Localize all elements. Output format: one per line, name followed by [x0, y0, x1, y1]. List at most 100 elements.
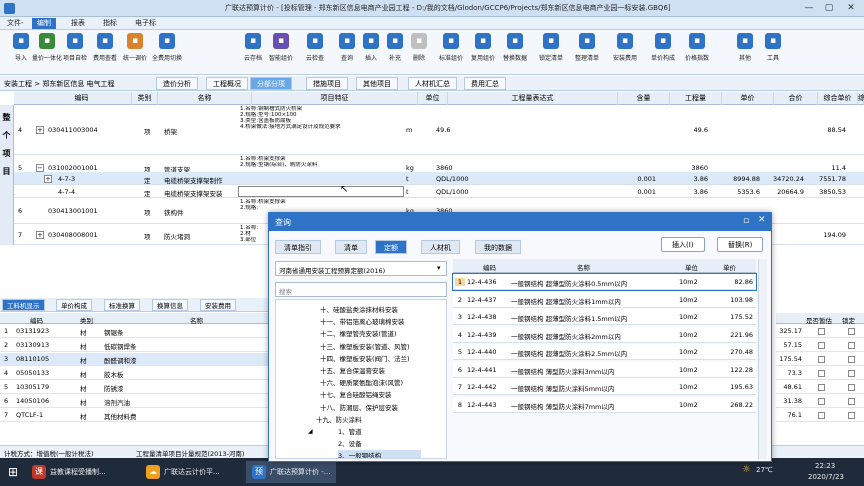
grid-col-0[interactable]: 编码 [32, 92, 132, 105]
list-item[interactable]: 31.38 [776, 395, 864, 408]
ribbon-button-22[interactable]: ▪ 工具 [756, 33, 790, 71]
menu-indicator[interactable]: 指标 [98, 18, 122, 29]
list-item[interactable]: 1 03131923 材 钢锯条 [0, 325, 270, 338]
replace-button[interactable]: 替换(R) [717, 237, 764, 252]
lower-tab-0[interactable]: 工料机显示 [2, 299, 45, 311]
lock-checkbox[interactable] [848, 328, 855, 335]
list-item[interactable]: 48.61 [776, 381, 864, 394]
tree-item[interactable]: 十一、带铝箔离心玻璃棉安装 [320, 316, 405, 326]
ribbon-button-14[interactable]: ▪ 复用组价 [466, 33, 500, 71]
table-row[interactable]: 7 12-4-442 一般钢结构 薄型防火涂料5mm以内 10m2 195.63 [453, 379, 756, 395]
menu-report[interactable]: 报表 [66, 18, 90, 29]
lower-tab-4[interactable]: 安装费用 [200, 299, 236, 311]
tree-item[interactable]: 十九、防火涂料 [316, 414, 362, 424]
estimate-checkbox[interactable] [818, 370, 825, 377]
list-item[interactable]: 175.54 [776, 353, 864, 366]
lock-checkbox[interactable] [848, 398, 855, 405]
grid-col-4[interactable]: 单位 [418, 92, 448, 105]
lower-col-1[interactable]: 类别 [80, 315, 93, 325]
tree-item[interactable]: 十、硅酸盐类涂抹材料安装 [320, 304, 398, 314]
table-row[interactable]: +4-7-3 定 电缆桥架支撑架制作 t QDL/1000 0.001 3.86 8994.8… [14, 172, 864, 185]
dialog-close-icon[interactable]: ✕ [758, 215, 766, 225]
quota-col-0[interactable]: 编码 [483, 262, 496, 272]
list-item[interactable]: 6 14050106 材 溶剂汽油 [0, 395, 270, 408]
minimize-button[interactable]: — [800, 2, 818, 15]
lock-checkbox[interactable] [848, 342, 855, 349]
ribbon-button-8[interactable]: ▪ 云检查 [298, 33, 332, 71]
expander-icon[interactable]: + [44, 174, 52, 183]
right-col-0[interactable]: 是否暂估 [806, 315, 832, 325]
windows-start-icon[interactable]: ⊞ [8, 465, 22, 479]
tree-item[interactable]: 1、管道 [338, 426, 362, 436]
estimate-checkbox[interactable] [818, 328, 825, 335]
grid-col-10[interactable]: 综合单价 [818, 92, 858, 105]
search-input[interactable]: 搜索 [275, 282, 447, 297]
dialog-tab-2[interactable]: 定额 [375, 240, 407, 254]
tree-item[interactable]: 十四、橡塑板安装(阀门、法兰) [320, 353, 410, 363]
tree-item[interactable]: 十七、复合硅酸铝绳安装 [320, 389, 392, 399]
expander-icon[interactable]: + [36, 230, 44, 239]
quota-col-2[interactable]: 单位 [685, 262, 698, 272]
ribbon-button-15[interactable]: ▪ 替换数据 [498, 33, 532, 71]
table-row[interactable]: 3 12-4-438 一般钢结构 超薄型防火涂料1.5mm以内 10m2 175.52 [453, 309, 756, 325]
insert-button[interactable]: 插入(I) [661, 237, 705, 252]
list-item[interactable]: 73.3 [776, 367, 864, 380]
tab-1[interactable]: 工程概况 [206, 77, 248, 90]
expander-icon[interactable]: − [36, 164, 44, 172]
tree-item[interactable]: 十八、防潮层、保护层安装 [320, 402, 398, 412]
list-item[interactable]: 7 QTCLF-1 材 其他材料费 [0, 409, 270, 422]
grid-col-5[interactable]: 工程量表达式 [448, 92, 618, 105]
right-col-1[interactable]: 锁定 [842, 315, 855, 325]
lock-checkbox[interactable] [848, 412, 855, 419]
estimate-checkbox[interactable] [818, 398, 825, 405]
dialog-tab-1[interactable]: 清单 [335, 240, 367, 254]
menu-file[interactable]: 文件- [2, 18, 29, 29]
tree-expand-icon[interactable]: ◢ [308, 428, 313, 435]
grid-col-3[interactable]: 项目特征 [252, 92, 418, 105]
tree-item[interactable]: 3、一般钢结构 [338, 450, 422, 458]
grid-col-11[interactable]: 综 [858, 92, 864, 105]
table-row[interactable]: 4 +030411003004 项桥架 1.名称:钢制槽式防火桥架 2.规格:型号:10… [14, 105, 864, 155]
lock-checkbox[interactable] [848, 370, 855, 377]
dialog-maximize-icon[interactable]: ▫ [743, 216, 749, 226]
close-window-button[interactable]: ✕ [842, 2, 860, 15]
list-item[interactable]: 2 03130913 材 低碳钢焊条 [0, 339, 270, 352]
tree-item[interactable]: 十三、橡塑板安装(管道、风管) [320, 341, 410, 351]
grid-col-2[interactable]: 名称 [158, 92, 252, 105]
dialog-tab-0[interactable]: 清单指引 [275, 240, 321, 254]
tab-3[interactable]: 措施项目 [306, 77, 348, 90]
lock-checkbox[interactable] [848, 356, 855, 363]
lock-checkbox[interactable] [848, 384, 855, 391]
estimate-checkbox[interactable] [818, 384, 825, 391]
dialog-tab-4[interactable]: 我的数据 [475, 240, 521, 254]
ribbon-button-5[interactable]: ▪ 全费用切换 [150, 33, 184, 71]
table-row[interactable]: 4 12-4-439 一般钢结构 超薄型防火涂料2mm以内 10m2 221.96 [453, 326, 756, 343]
ribbon-button-17[interactable]: ▪ 整理清单 [570, 33, 604, 71]
list-item[interactable]: 76.1 [776, 409, 864, 422]
grid-col-9[interactable]: 合价 [774, 92, 818, 105]
lower-tab-3[interactable]: 换算信息 [152, 299, 188, 311]
ribbon-button-20[interactable]: ▪ 价格指数 [680, 33, 714, 71]
tree-item[interactable]: 十六、硬质聚氨酯泡沫(风管) [320, 377, 403, 387]
ribbon-button-19[interactable]: ▪ 单价构成 [646, 33, 680, 71]
lower-tab-1[interactable]: 单价构成 [56, 299, 92, 311]
taskbar-app-1[interactable]: ☁ 广联达云计价平... [140, 461, 226, 483]
taskbar-app-0[interactable]: 课益教课程受播制... [26, 461, 112, 483]
list-item[interactable]: 325.17 [776, 325, 864, 338]
taskbar-app-2[interactable]: 预广联达预算计价 -... [246, 461, 337, 483]
feature-input[interactable] [238, 186, 404, 197]
estimate-checkbox[interactable] [818, 412, 825, 419]
lower-col-2[interactable]: 名称 [190, 315, 203, 325]
ribbon-button-7[interactable]: ▪ 智能组价 [264, 33, 298, 71]
tab-4[interactable]: 其他项目 [356, 77, 398, 90]
ribbon-button-16[interactable]: ▪ 锁定清单 [534, 33, 568, 71]
table-row[interactable]: 2 12-4-437 一般钢结构 超薄型防火涂料1mm以内 10m2 103.98 [453, 291, 756, 308]
table-row[interactable]: 6 12-4-441 一般钢结构 薄型防火涂料3mm以内 10m2 122.28 [453, 361, 756, 378]
ribbon-button-2[interactable]: ▪ 项目自检 [58, 33, 92, 71]
estimate-checkbox[interactable] [818, 356, 825, 363]
table-row[interactable]: 8 12-4-443 一般钢结构 薄型防火涂料7mm以内 10m2 268.22 [453, 396, 756, 413]
lower-tab-2[interactable]: 标准换算 [104, 299, 140, 311]
ribbon-button-12[interactable]: ▪ 删除 [402, 33, 436, 71]
grid-col-6[interactable]: 含量 [618, 92, 670, 105]
list-item[interactable]: 5 10305179 材 防锈漆 [0, 381, 270, 394]
